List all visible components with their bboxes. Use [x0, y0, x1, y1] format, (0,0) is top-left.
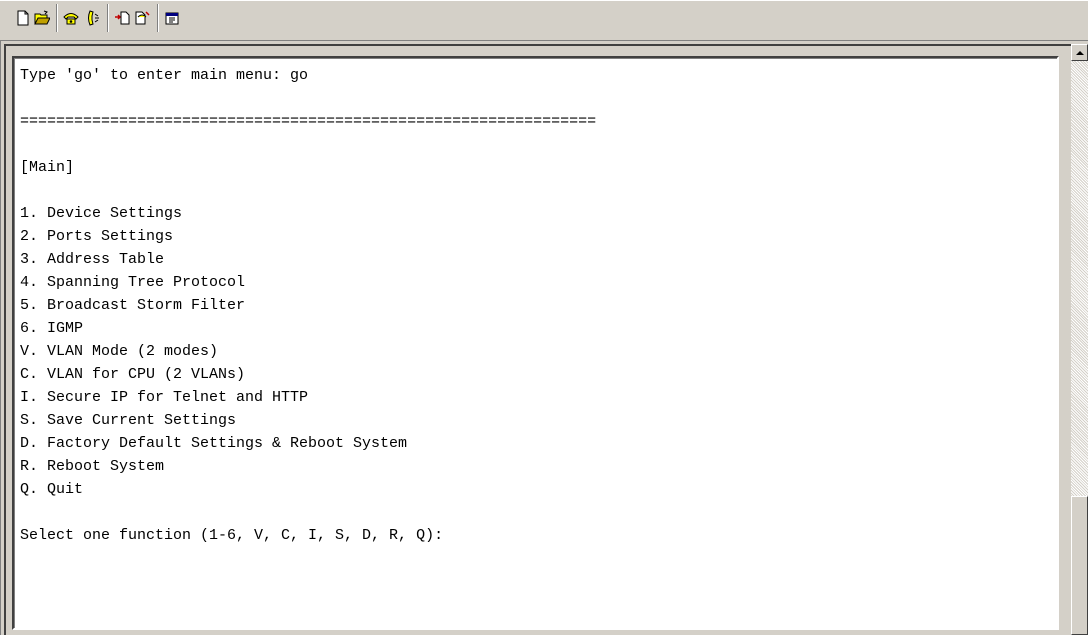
terminal-line: C. VLAN for CPU (2 VLANs): [20, 366, 246, 383]
terminal-line: I. Secure IP for Telnet and HTTP: [20, 389, 309, 406]
toolbar-separator: [107, 4, 109, 32]
vertical-scrollbar[interactable]: [1071, 44, 1088, 635]
receive-icon[interactable]: [133, 8, 151, 28]
terminal-line: R. Reboot System: [20, 458, 165, 475]
terminal-line: 4. Spanning Tree Protocol: [20, 274, 246, 291]
terminal-line: 1. Device Settings: [20, 205, 183, 222]
terminal-line: Q. Quit: [20, 481, 84, 498]
connect-icon[interactable]: [62, 8, 80, 28]
terminal-line: [Main]: [20, 159, 75, 176]
terminal-line: D. Factory Default Settings & Reboot Sys…: [20, 435, 408, 452]
terminal-line: Select one function (1-6, V, C, I, S, D,…: [20, 527, 444, 544]
open-icon[interactable]: [33, 8, 51, 28]
scroll-up-button[interactable]: [1071, 44, 1088, 61]
terminal-line: ========================================…: [20, 113, 597, 130]
toolbar: [0, 0, 1088, 39]
properties-icon[interactable]: [163, 8, 181, 28]
terminal-line: 5. Broadcast Storm Filter: [20, 297, 246, 314]
terminal-line: 3. Address Table: [20, 251, 165, 268]
scroll-thumb[interactable]: [1071, 496, 1088, 635]
new-icon[interactable]: [14, 8, 32, 28]
arrow-up-icon: [1075, 50, 1084, 55]
terminal-line: S. Save Current Settings: [20, 412, 237, 429]
toolbar-separator: [56, 4, 58, 32]
disconnect-icon[interactable]: [83, 8, 101, 28]
terminal-output: Type 'go' to enter main menu: go =======…: [20, 64, 596, 547]
terminal-line: Type 'go' to enter main menu: go: [20, 67, 309, 84]
toolbar-separator: [157, 4, 159, 32]
terminal-line: V. VLAN Mode (2 modes): [20, 343, 219, 360]
terminal-line: 6. IGMP: [20, 320, 84, 337]
terminal-line: 2. Ports Settings: [20, 228, 174, 245]
send-icon[interactable]: [113, 8, 131, 28]
